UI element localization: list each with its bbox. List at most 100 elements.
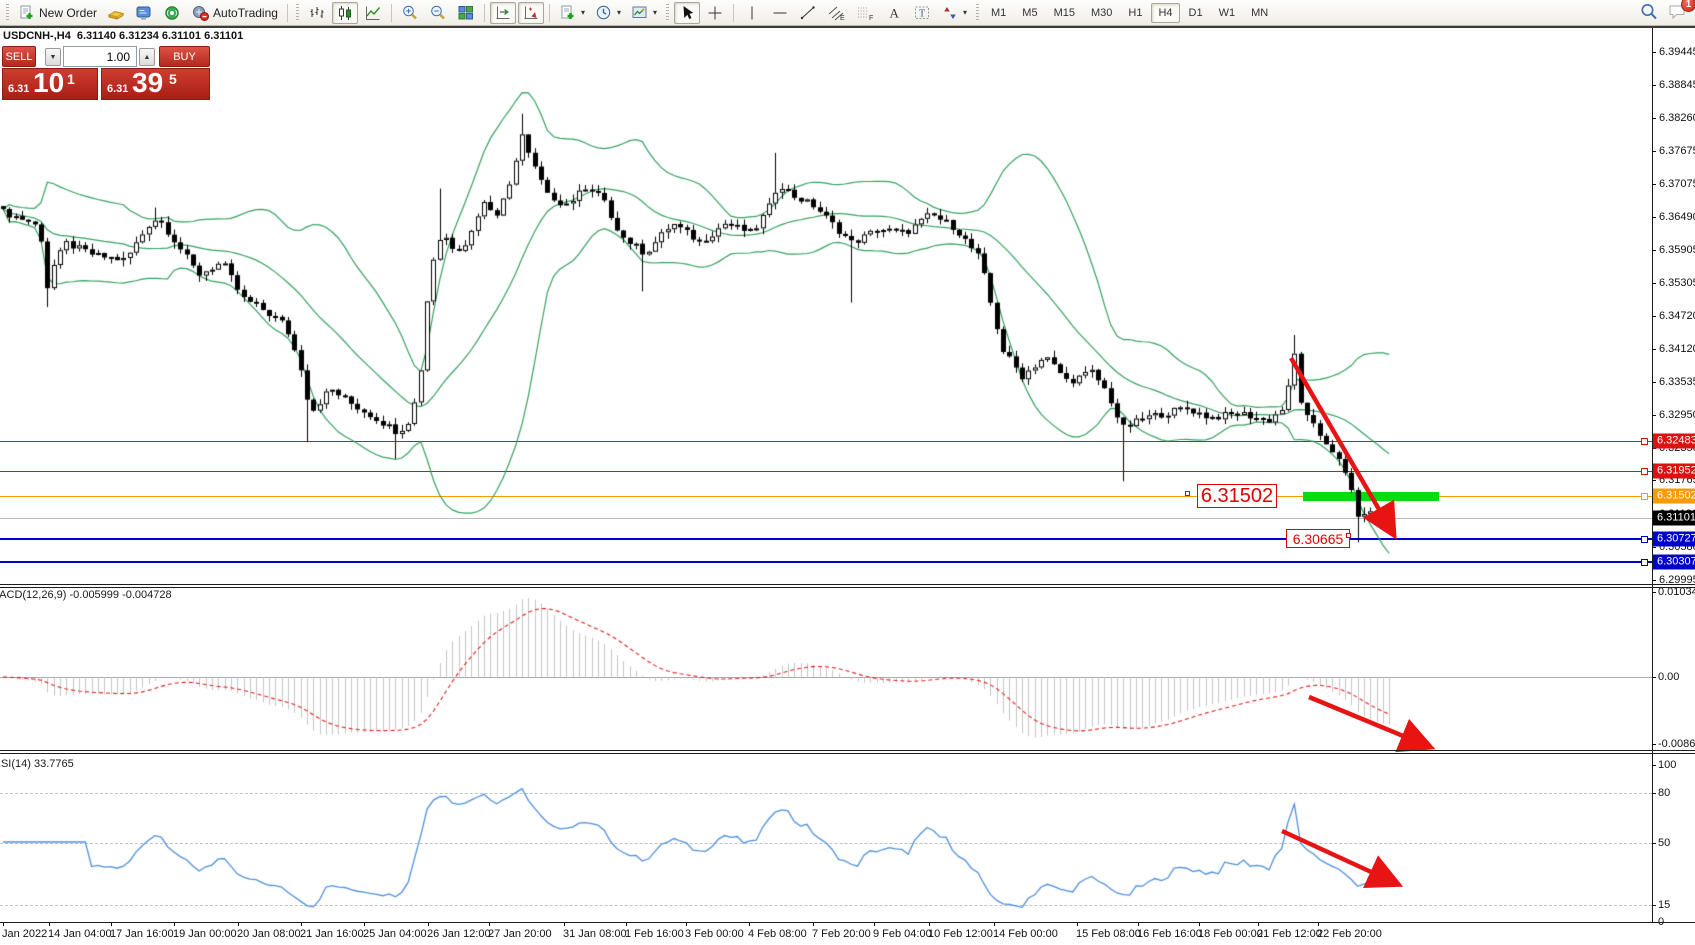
tile-windows-button[interactable] [453,2,479,24]
chart-canvas[interactable] [0,0,1695,945]
dropdown-caret-icon: ▾ [653,8,657,17]
time-axis-label: 10 Feb 12:00 [928,928,993,940]
time-axis-label: 9 Feb 04:00 [873,928,932,940]
text-label-button[interactable]: T [909,2,935,24]
cursor-button[interactable] [674,2,700,24]
news-button[interactable] [159,2,185,24]
timeframe-button-m5[interactable]: M5 [1015,3,1044,23]
line-anchor-handle[interactable] [1641,493,1648,500]
horizontal-line-6.31952[interactable] [0,471,1652,472]
rsi-level-line [0,905,1652,906]
timeframe-button-m15[interactable]: M15 [1047,3,1082,23]
candlestick-chart-button[interactable] [332,2,358,24]
annotation-anchor-handle[interactable] [1185,491,1190,496]
timeframe-button-h4[interactable]: H4 [1151,3,1179,23]
new-order-button[interactable]: New Order [14,2,101,24]
price-axis-tick: 6.38845 [1659,79,1695,91]
volume-up-button[interactable]: ▲ [139,48,155,66]
bar-chart-button[interactable] [304,2,330,24]
fibonacci-button[interactable]: F [852,2,879,24]
horizontal-line-6.31101[interactable] [0,518,1652,519]
toolbar-grip[interactable] [6,4,9,22]
timeframe-button-m30[interactable]: M30 [1084,3,1119,23]
time-axis-tickmark [1138,922,1139,926]
time-axis-label: 7 Feb 20:00 [812,928,871,940]
timeframe-button-m1[interactable]: M1 [984,3,1013,23]
add-indicator-button[interactable]: ▾ [555,2,589,24]
horizontal-line-6.30727[interactable] [0,538,1652,540]
template-button[interactable]: ▾ [627,2,661,24]
time-axis-label: 21 Jan 16:00 [300,928,364,940]
clock-icon [595,4,613,22]
time-axis-tickmark [301,922,302,926]
zoom-out-button[interactable] [425,2,451,24]
toolbar-grip[interactable] [296,4,299,22]
auto-scroll-button[interactable] [518,2,544,24]
rsi-level-line [0,843,1652,844]
vertical-line-button[interactable] [739,2,765,24]
pane-divider[interactable] [0,587,1695,588]
volume-input[interactable] [63,46,137,67]
time-axis-label: 14 Feb 00:00 [993,928,1058,940]
line-anchor-handle[interactable] [1641,438,1648,445]
rsi-axis-tick: 80 [1658,787,1670,799]
buy-button[interactable]: BUY [159,46,210,67]
timeframe-button-w1[interactable]: W1 [1212,3,1243,23]
vertical-line-icon [743,4,761,22]
price-axis-tick: 6.34720 [1659,310,1695,322]
svg-text:F: F [869,15,873,22]
volume-down-button[interactable]: ▼ [45,48,61,66]
horizontal-line-6.32483[interactable] [0,441,1652,442]
trend-arrow[interactable] [1291,358,1391,530]
time-axis-border [0,922,1695,923]
price-axis-tickmark [1652,52,1656,53]
arrows-button[interactable]: ▾ [937,2,971,24]
line-chart-button[interactable] [360,2,386,24]
toolbar-divider [0,26,1695,28]
equidistant-channel-button[interactable]: E [823,2,850,24]
pane-divider[interactable] [0,753,1695,754]
horizontal-line-button[interactable] [767,2,793,24]
text-button[interactable]: A [881,2,907,24]
time-axis-label: 3 Feb 00:00 [685,928,744,940]
trend-arrow[interactable] [1309,697,1425,745]
toolbar-grip[interactable] [976,4,979,22]
toolbar-grip[interactable] [666,4,669,22]
timeframe-button-h1[interactable]: H1 [1121,3,1149,23]
time-axis-tickmark [174,922,175,926]
annotation-anchor-handle[interactable] [1346,533,1351,538]
line-anchor-handle[interactable] [1641,468,1648,475]
trendline-button[interactable] [795,2,821,24]
terminal-button[interactable] [131,2,157,24]
time-axis-tickmark [428,922,429,926]
timeframe-button-d1[interactable]: D1 [1182,3,1210,23]
price-axis-tick: 6.37075 [1659,178,1695,190]
bar-chart-icon [308,4,326,22]
line-anchor-handle[interactable] [1641,559,1648,566]
price-annotation-6.31502[interactable]: 6.31502 [1197,484,1277,508]
crosshair-button[interactable] [702,2,728,24]
pane-divider[interactable] [0,750,1695,751]
search-icon[interactable] [1639,2,1659,25]
pane-divider[interactable] [0,584,1695,585]
time-axis-tickmark [111,922,112,926]
market-watch-button[interactable] [103,2,129,24]
sell-price-tile[interactable]: 6.31 10 1 [2,68,98,100]
periods-button[interactable]: ▾ [591,2,625,24]
timeframe-button-mn[interactable]: MN [1244,3,1275,23]
buy-price-tile[interactable]: 6.31 39 5 [101,68,210,100]
price-axis-tickmark [1652,316,1656,317]
support-zone-rectangle[interactable] [1303,492,1439,501]
sell-button[interactable]: SELL [2,46,36,67]
trend-arrow[interactable] [1282,831,1393,882]
line-anchor-handle[interactable] [1641,536,1648,543]
chart-shift-button[interactable] [490,2,516,24]
autotrading-button[interactable]: AutoTrading [187,2,282,24]
notifications-button[interactable]: 1 [1667,2,1689,25]
price-axis-tick: 6.35305 [1659,277,1695,289]
svg-text:E: E [840,15,845,22]
horizontal-line-6.30307[interactable] [0,561,1652,563]
price-annotation-6.30665[interactable]: 6.30665 [1286,529,1350,548]
zoom-in-button[interactable] [397,2,423,24]
zoom-out-icon [429,4,447,22]
